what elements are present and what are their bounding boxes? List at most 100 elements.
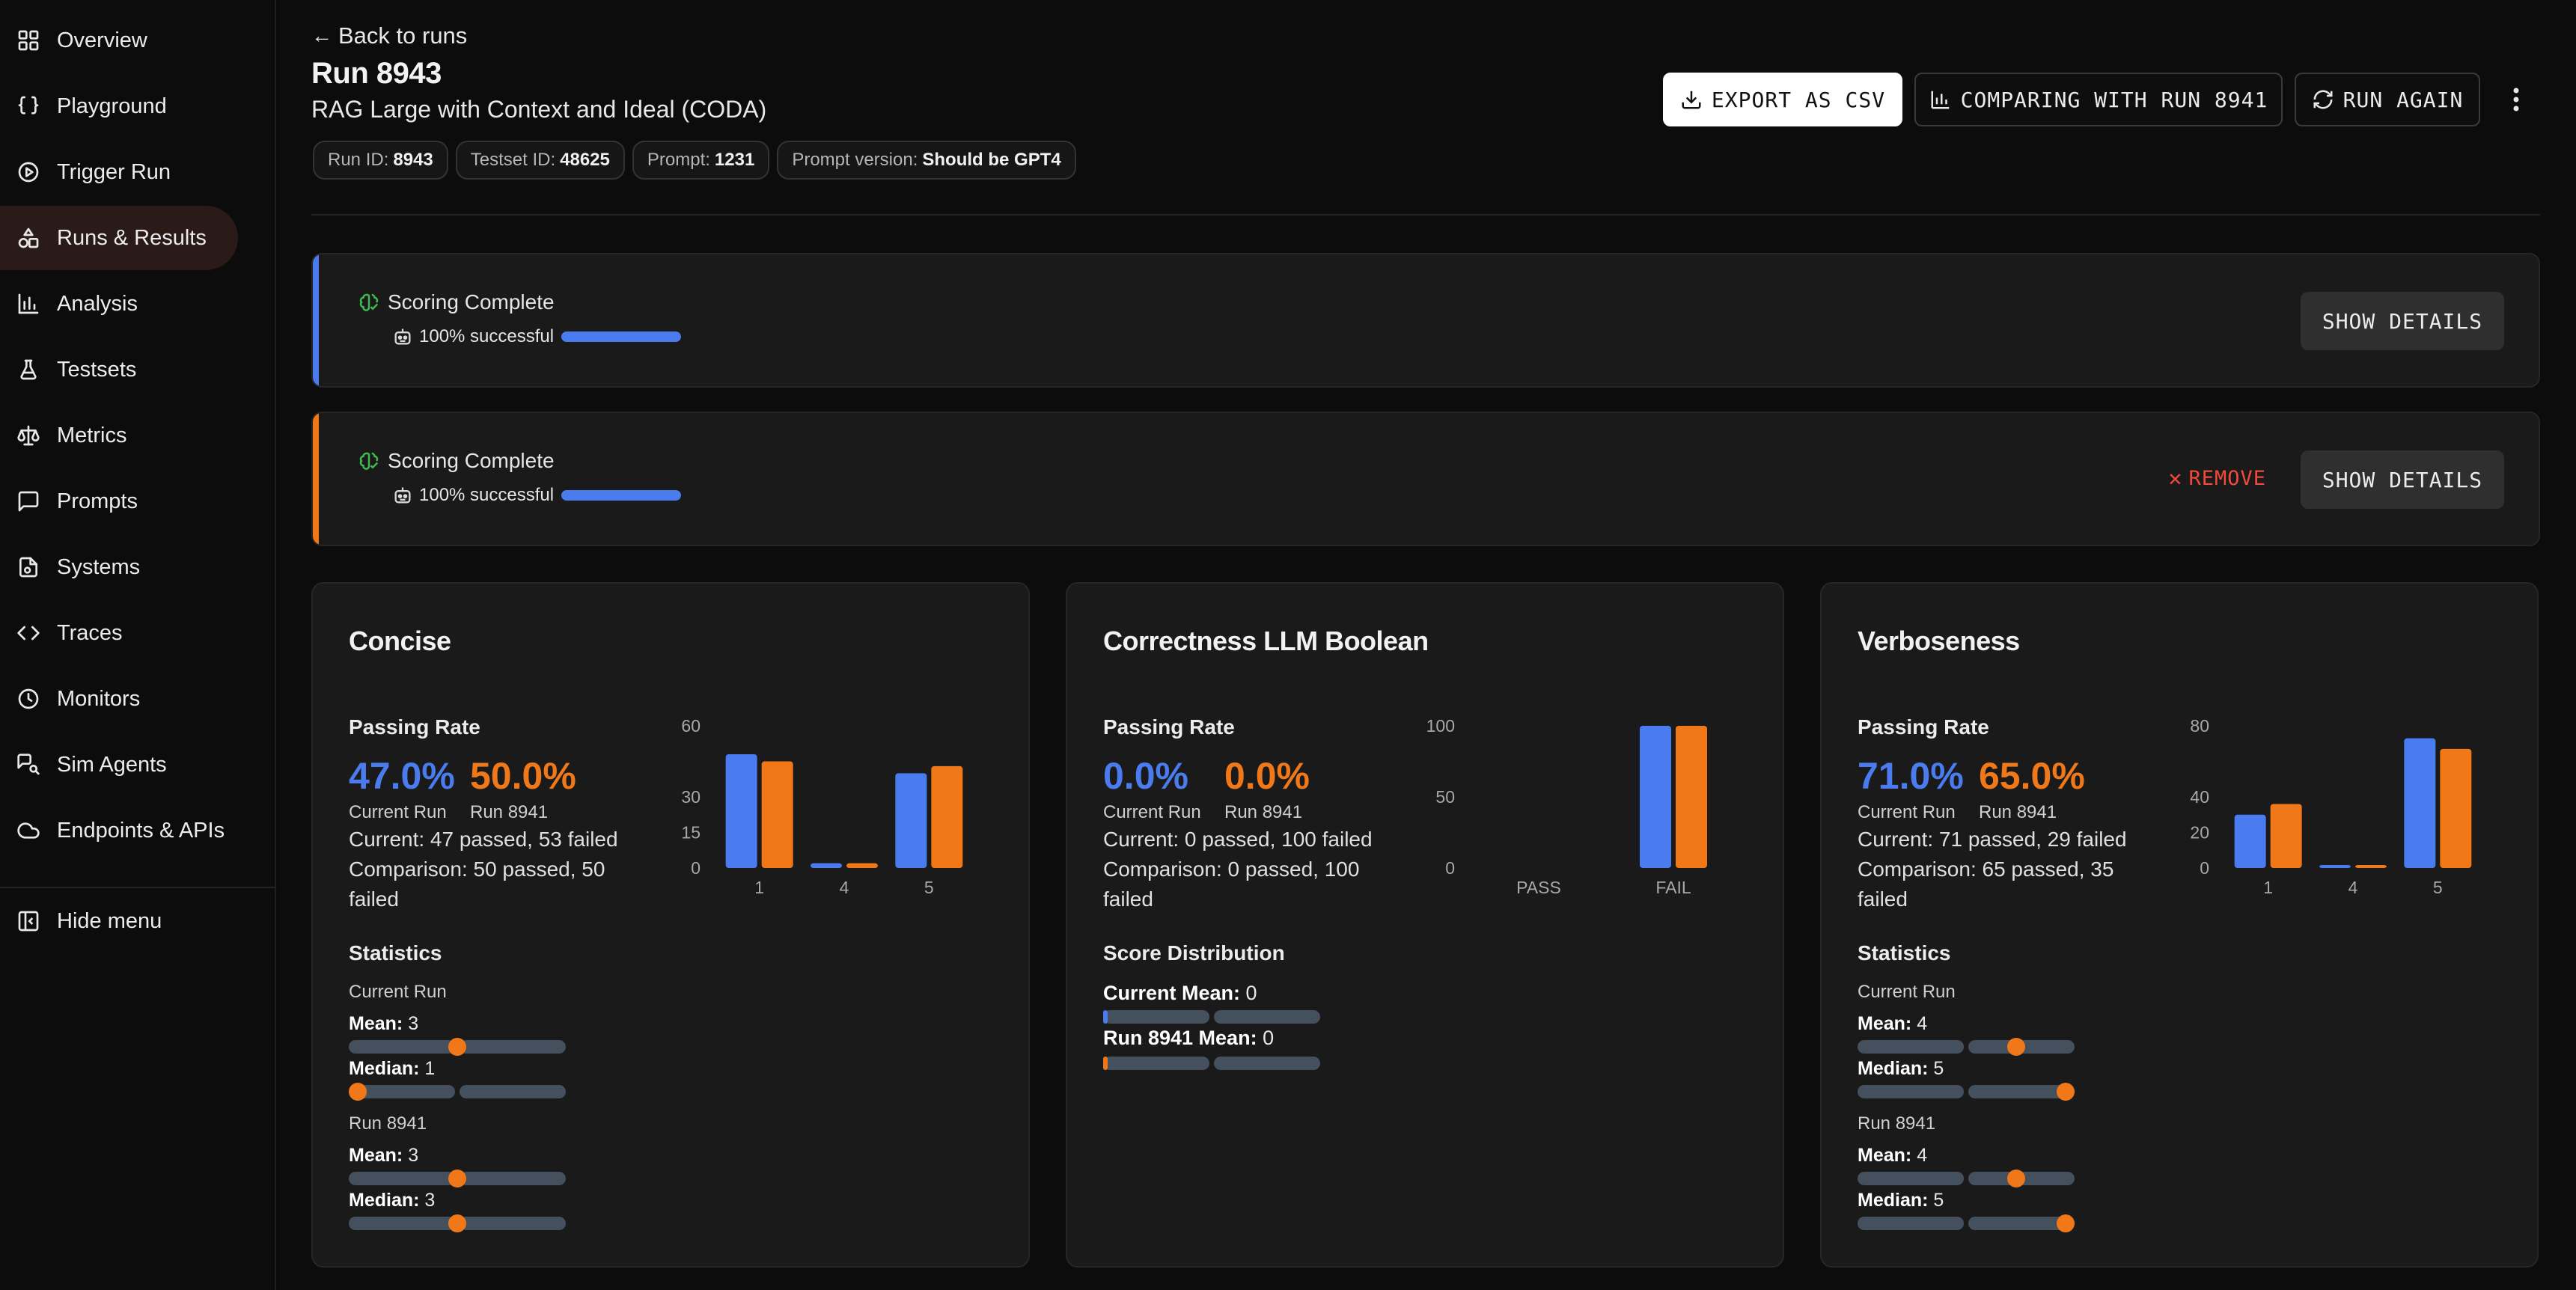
remove-comparison-button[interactable]: ✕ REMOVE [2168, 465, 2266, 492]
chip-value: 8943 [393, 150, 433, 170]
mean-slider [1858, 1170, 2075, 1187]
chip-prompt: Prompt: 1231 [632, 141, 770, 180]
score-histogram-chart: 0 20 40 80 1 4 5 [2190, 716, 2472, 897]
mean-marker [1103, 1010, 1108, 1024]
sidebar-item-overview[interactable]: Overview [0, 8, 238, 73]
page-subtitle: RAG Large with Context and Ideal (CODA) [311, 96, 767, 123]
sidebar-item-endpoints-apis[interactable]: Endpoints & APIs [0, 798, 238, 863]
median-slider [349, 1083, 566, 1101]
scoring-banner-comparison: Scoring Complete 100% successful ✕ REMOV… [311, 412, 2540, 546]
statistics-label: Statistics [1858, 941, 1951, 965]
flask-icon [16, 358, 40, 382]
stat-key: Mean: [349, 1013, 403, 1034]
comparison-summary: Comparison: 0 passed, 100 failed [1103, 858, 1360, 911]
more-vertical-icon [2513, 88, 2519, 111]
median-slider [1858, 1083, 2075, 1101]
sidebar-item-monitors[interactable]: Monitors [0, 667, 238, 731]
progress-text: 100% successful [419, 326, 555, 346]
y-tick-label: 30 [681, 787, 701, 807]
stat-key: Median: [349, 1058, 420, 1079]
progress-bar [561, 331, 682, 342]
passing-rate-label: Passing Rate [1858, 715, 1989, 739]
y-tick-label: 40 [2190, 787, 2209, 807]
progress-fill [561, 331, 682, 342]
current-summary: Current: 71 passed, 29 failed [1858, 828, 2127, 851]
cloud-icon [16, 819, 40, 843]
arrow-left-icon: ← [311, 24, 332, 47]
scoring-status: Scoring Complete [358, 449, 555, 473]
stat-key: Mean: [349, 1145, 403, 1166]
bar-chart-icon [1931, 91, 1949, 109]
stat-median: Median: 3 [349, 1190, 435, 1211]
current-mean: Current Mean: 0 [1103, 982, 1257, 1005]
slider-track [1858, 1217, 1964, 1230]
sidebar-item-traces[interactable]: Traces [0, 601, 238, 665]
sidebar-item-sim-agents[interactable]: Sim Agents [0, 733, 238, 797]
sidebar-item-runs-results[interactable]: Runs & Results [0, 206, 238, 270]
back-to-runs-link[interactable]: ← Back to runs [311, 22, 467, 49]
chip-key: Testset ID: [470, 150, 556, 170]
metric-card-verboseness: Verboseness Passing Rate 71.0% 65.0% Cur… [1820, 582, 2539, 1268]
banner-accent [313, 254, 319, 386]
comparison-stats-label: Run 8941 [1858, 1113, 1936, 1134]
sidebar-item-label: Runs & Results [57, 225, 207, 250]
chip-value: Should be GPT4 [922, 150, 1061, 170]
current-summary: Current: 0 passed, 100 failed [1103, 828, 1373, 851]
sidebar-item-analysis[interactable]: Analysis [0, 272, 238, 336]
show-details-button[interactable]: SHOW DETAILS [2301, 450, 2504, 509]
comparing-with-run-button[interactable]: COMPARING WITH RUN 8941 [1914, 73, 2283, 126]
slider-track [349, 1217, 455, 1230]
sidebar-item-metrics[interactable]: Metrics [0, 403, 238, 468]
grid-icon [16, 28, 40, 52]
card-title: Concise [349, 626, 451, 656]
sidebar-item-label: Prompts [57, 489, 138, 513]
mean-marker [1103, 1057, 1108, 1070]
bar [811, 863, 842, 868]
y-tick-label: 0 [2200, 858, 2209, 878]
show-details-button[interactable]: SHOW DETAILS [2301, 292, 2504, 350]
sidebar-item-label: Trigger Run [57, 159, 171, 184]
sidebar-item-label: Analysis [57, 291, 138, 316]
sidebar-item-trigger-run[interactable]: Trigger Run [0, 140, 238, 204]
slider-track [1103, 1010, 1209, 1024]
export-csv-button[interactable]: EXPORT AS CSV [1663, 73, 1902, 126]
progress-fill [561, 490, 682, 501]
sidebar-item-label: Testsets [57, 357, 137, 382]
sidebar-item-testsets[interactable]: Testsets [0, 337, 238, 402]
export-label: EXPORT AS CSV [1711, 87, 1886, 112]
slider-track [460, 1040, 566, 1054]
stat-median: Median: 5 [1858, 1190, 1944, 1211]
slider-track [460, 1172, 566, 1185]
sidebar-item-prompts[interactable]: Prompts [0, 469, 238, 534]
slider-track [460, 1217, 566, 1230]
bar [2404, 738, 2436, 868]
slider-track [349, 1172, 455, 1185]
stat-mean: Mean: 4 [1858, 1013, 1927, 1035]
stat-key: Current Mean: [1103, 982, 1241, 1004]
metric-card-correctness: Correctness LLM Boolean Passing Rate 0.0… [1066, 582, 1784, 1268]
stat-median: Median: 1 [349, 1058, 435, 1080]
run-metadata-chips: Run ID: 8943 Testset ID: 48625 Prompt: 1231… [313, 141, 1076, 180]
bar-chart-icon [16, 292, 40, 316]
chip-run-id: Run ID: 8943 [313, 141, 448, 180]
back-label: Back to runs [338, 22, 468, 49]
comparison-rate: 65.0% [1979, 755, 2085, 797]
run-again-button[interactable]: RUN AGAIN [2295, 73, 2480, 126]
scoring-progress: 100% successful [392, 485, 682, 506]
sidebar-item-systems[interactable]: Systems [0, 535, 238, 599]
current-run-stats-label: Current Run [349, 982, 447, 1002]
x-tick-label: 4 [840, 878, 849, 897]
sidebar-item-label: Traces [57, 620, 123, 645]
robot-icon [394, 328, 411, 345]
hide-menu-button[interactable]: Hide menu [0, 889, 238, 953]
more-options-button[interactable] [2489, 75, 2543, 124]
bar [931, 765, 963, 868]
stat-key: Mean: [1858, 1145, 1912, 1166]
chip-key: Run ID: [328, 150, 389, 170]
slider-marker [2006, 1038, 2025, 1056]
sidebar-item-playground[interactable]: Playground [0, 74, 238, 138]
pass-fail-summary: Current: 47 passed, 53 failed Comparison… [349, 825, 641, 914]
scoring-status-label: Scoring Complete [388, 290, 555, 314]
pass-fail-summary: Current: 71 passed, 29 failed Comparison… [1858, 825, 2149, 914]
y-tick-label: 20 [2190, 823, 2209, 843]
